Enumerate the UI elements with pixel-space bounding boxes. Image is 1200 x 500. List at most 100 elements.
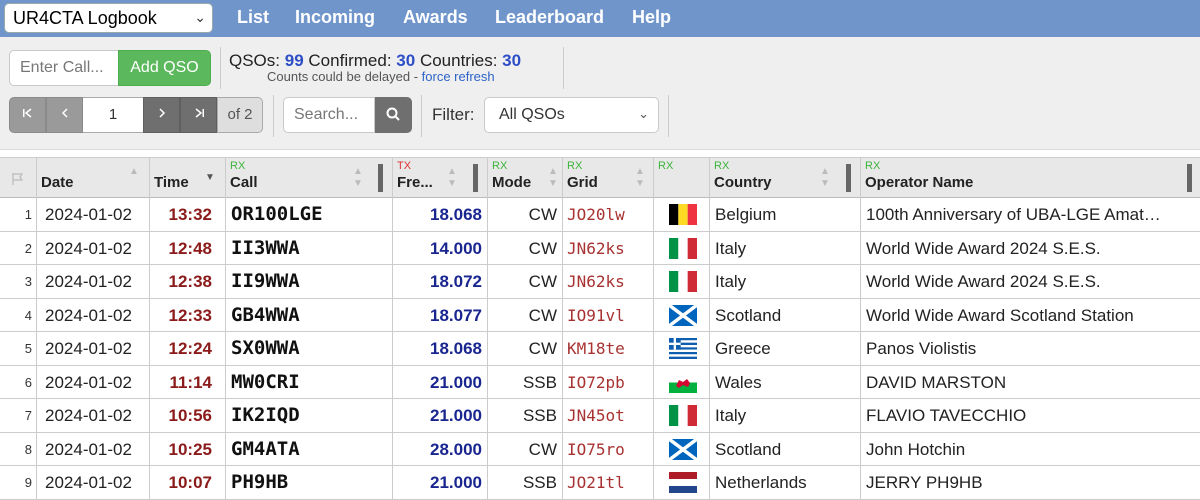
- next-page-button[interactable]: [143, 97, 180, 133]
- cell-idx: 3: [0, 265, 37, 298]
- header-country[interactable]: RX Country ▲ ▼: [710, 158, 861, 198]
- cell-country: Greece: [710, 332, 861, 365]
- table-row[interactable]: 5 2024-01-02 12:24 SX0WWA 18.068 CW KM18te Gree…: [0, 332, 1200, 366]
- table-row[interactable]: 1 2024-01-02 13:32 OR100LGE 18.068 CW JO20lw Be…: [0, 198, 1200, 232]
- filter-select[interactable]: All QSOs ⌄: [484, 97, 659, 133]
- search-input[interactable]: Search...: [283, 97, 375, 133]
- chevron-down-icon: ⌄: [194, 9, 206, 25]
- table-row[interactable]: 9 2024-01-02 10:07 PH9HB 21.000 SSB JO21tl Neth…: [0, 466, 1200, 500]
- header-time[interactable]: Time ▼: [150, 158, 226, 198]
- header-operator-label: Operator Name: [865, 174, 974, 191]
- cell-mode: CW: [488, 432, 563, 466]
- flag-cell: [654, 231, 710, 265]
- nav-leaderboard[interactable]: Leaderboard: [495, 7, 604, 28]
- cell-idx: 8: [0, 432, 37, 466]
- page-number-input[interactable]: 1: [83, 97, 143, 133]
- cell-mode: SSB: [488, 399, 563, 432]
- flag-cell: [654, 365, 710, 399]
- header-operator[interactable]: RX Operator Name: [861, 158, 1200, 198]
- header-select-col[interactable]: [0, 158, 37, 198]
- sort-icon: ▲ ▼: [548, 166, 558, 189]
- call-input[interactable]: Enter Call...: [9, 50, 119, 86]
- prev-page-button[interactable]: [46, 97, 83, 133]
- cell-country: Belgium: [710, 198, 861, 231]
- first-page-button[interactable]: [9, 97, 46, 133]
- cell-grid: JN62ks: [563, 265, 654, 298]
- header-grid[interactable]: RX Grid ▲ ▼: [563, 158, 654, 198]
- nav-list[interactable]: List: [237, 7, 269, 28]
- column-resize-handle[interactable]: [846, 164, 851, 192]
- cell-idx: 9: [0, 466, 37, 499]
- stats-note-text: Counts could be delayed -: [267, 69, 422, 84]
- cell-country: Netherlands: [710, 466, 861, 499]
- table-row[interactable]: 8 2024-01-02 10:25 GM4ATA 28.000 CW IO75ro Scot…: [0, 432, 1200, 466]
- cell-call: PH9HB: [226, 466, 393, 499]
- divider: [220, 47, 221, 89]
- column-resize-handle[interactable]: [473, 164, 478, 192]
- cell-operator: 100th Anniversary of UBA-LGE Amat…: [866, 205, 1161, 224]
- add-qso-button[interactable]: Add QSO: [118, 50, 211, 86]
- cell-time: 10:25: [150, 432, 226, 466]
- filter-label: Filter:: [432, 105, 475, 124]
- table-row[interactable]: 2 2024-01-02 12:48 II3WWA 14.000 CW JN62ks Ital…: [0, 231, 1200, 265]
- header-flag[interactable]: RX: [654, 158, 710, 198]
- search-button[interactable]: [375, 97, 412, 133]
- cell-mode: CW: [488, 332, 563, 365]
- flag-cell: [654, 332, 710, 365]
- header-country-label: Country: [714, 174, 772, 191]
- stats-note: Counts could be delayed - force refresh: [267, 69, 495, 84]
- force-refresh-link[interactable]: force refresh: [422, 69, 495, 84]
- cell-freq: 21.000: [393, 466, 488, 499]
- last-page-button[interactable]: [180, 97, 217, 133]
- cell-call: IK2IQD: [226, 399, 393, 432]
- header-call-label: Call: [230, 174, 258, 191]
- pagination: 1 of 2: [9, 97, 263, 133]
- cell-time: 11:14: [150, 365, 226, 399]
- flag-cell: [654, 265, 710, 298]
- header-call[interactable]: RX Call ▲ ▼: [226, 158, 393, 198]
- column-resize-handle[interactable]: [378, 164, 383, 192]
- chevron-down-icon: ⌄: [638, 106, 649, 121]
- cell-call: GM4ATA: [226, 432, 393, 466]
- filter-select-value: All QSOs: [499, 106, 565, 123]
- nav-incoming[interactable]: Incoming: [295, 7, 375, 28]
- cell-mode: CW: [488, 265, 563, 298]
- cell-call: GB4WWA: [226, 298, 393, 332]
- cell-grid: JN62ks: [563, 231, 654, 265]
- nav-help[interactable]: Help: [632, 7, 671, 28]
- cell-grid: IO72pb: [563, 365, 654, 399]
- cell-grid: JO20lw: [563, 198, 654, 231]
- cell-call: II9WWA: [226, 265, 393, 298]
- cell-time: 13:32: [150, 198, 226, 231]
- table-row[interactable]: 3 2024-01-02 12:38 II9WWA 18.072 CW JN62ks Ital…: [0, 265, 1200, 299]
- cell-call: SX0WWA: [226, 332, 393, 365]
- table-row[interactable]: 6 2024-01-02 11:14 MW0CRI 21.000 SSB IO72pb Wal…: [0, 365, 1200, 399]
- toolbar: Enter Call... Add QSO QSOs: 99 Confirmed…: [0, 37, 1200, 150]
- rx-tag: RX: [865, 160, 881, 172]
- italy-flag-icon: [669, 271, 697, 292]
- cell-mode: CW: [488, 298, 563, 332]
- wales-flag-icon: [669, 371, 697, 393]
- cell-idx: 5: [0, 332, 37, 365]
- logbook-select[interactable]: UR4CTA Logbook ⌄: [4, 3, 213, 33]
- header-mode[interactable]: RX Mode ▲ ▼: [488, 158, 563, 198]
- netherlands-flag-icon: [669, 472, 697, 493]
- italy-flag-icon: [669, 405, 697, 426]
- cell-grid: IO91vl: [563, 298, 654, 332]
- cell-time: 10:07: [150, 466, 226, 499]
- cell-operator: World Wide Award 2024 S.E.S.: [866, 238, 1101, 258]
- cell-freq: 21.000: [393, 399, 488, 432]
- header-date[interactable]: Date ▲: [37, 158, 150, 198]
- table-row[interactable]: 4 2024-01-02 12:33 GB4WWA 18.077 CW IO91vl Scot…: [0, 298, 1200, 332]
- header-date-label: Date: [41, 174, 74, 191]
- rx-tag: RX: [658, 160, 674, 172]
- cell-idx: 6: [0, 365, 37, 399]
- nav-awards[interactable]: Awards: [403, 7, 468, 28]
- column-resize-handle[interactable]: [1187, 164, 1192, 192]
- table-row[interactable]: 7 2024-01-02 10:56 IK2IQD 21.000 SSB JN45ot Ita…: [0, 399, 1200, 433]
- cell-date: 2024-01-02: [37, 332, 150, 365]
- table-header: Date ▲ Time ▼ RX Call ▲ ▼ TX Fre... ▲ ▼ RX…: [0, 157, 1200, 198]
- cell-idx: 1: [0, 198, 37, 231]
- header-freq[interactable]: TX Fre... ▲ ▼: [393, 158, 488, 198]
- cell-freq: 18.077: [393, 298, 488, 332]
